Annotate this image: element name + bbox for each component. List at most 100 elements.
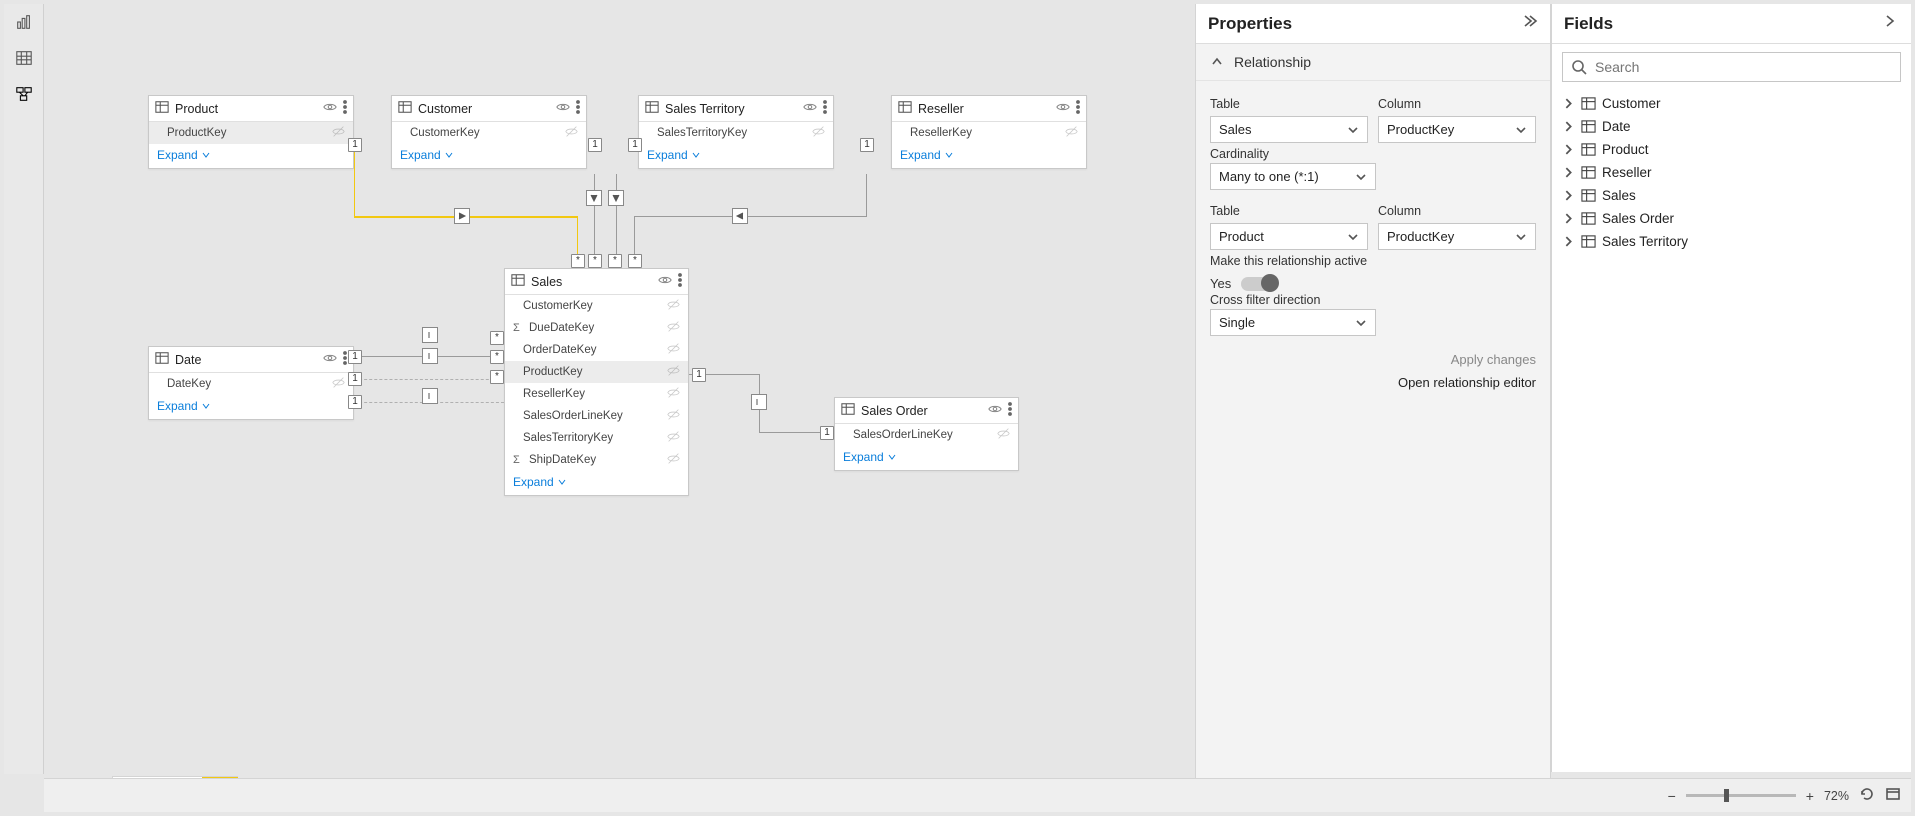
hide-column-icon[interactable] (667, 386, 680, 402)
table-title: Customer (418, 102, 550, 116)
table-card-customer[interactable]: Customer CustomerKey Expand (391, 95, 587, 169)
select-column2[interactable]: ProductKey (1378, 223, 1536, 250)
table-card-sales[interactable]: Sales CustomerKey ΣDueDateKey OrderDateK… (504, 268, 689, 496)
expand-link[interactable]: Expand (835, 446, 1018, 470)
column-row[interactable]: SalesTerritoryKey (639, 122, 833, 144)
table-title: Sales Territory (665, 102, 797, 116)
cardinality-badge-one: 1 (348, 372, 362, 386)
column-row[interactable]: ProductKey (505, 361, 688, 383)
data-view-icon[interactable] (14, 48, 34, 68)
fit-to-screen-icon[interactable] (1885, 786, 1901, 805)
expand-link[interactable]: Expand (149, 144, 353, 168)
hide-column-icon[interactable] (332, 376, 345, 392)
view-rail (4, 4, 44, 774)
field-table-sales[interactable]: Sales (1560, 184, 1903, 207)
relationship-line[interactable] (354, 145, 355, 217)
field-table-reseller[interactable]: Reseller (1560, 161, 1903, 184)
toggle-active[interactable] (1241, 277, 1277, 291)
field-table-date[interactable]: Date (1560, 115, 1903, 138)
select-table2[interactable]: Product (1210, 223, 1368, 250)
cardinality-badge-many: * (490, 370, 504, 384)
visibility-icon[interactable] (988, 402, 1002, 419)
relationship-line-inactive[interactable] (354, 379, 504, 380)
hide-column-icon[interactable] (565, 125, 578, 141)
hide-column-icon[interactable] (812, 125, 825, 141)
expand-link[interactable]: Expand (892, 144, 1086, 168)
more-icon[interactable] (576, 100, 580, 117)
visibility-icon[interactable] (658, 273, 672, 290)
hide-column-icon[interactable] (667, 430, 680, 446)
filter-direction-icon (732, 208, 748, 224)
expand-link[interactable]: Expand (149, 395, 353, 419)
select-cardinality[interactable]: Many to one (*:1) (1210, 163, 1376, 190)
search-input[interactable] (1595, 59, 1892, 75)
field-table-salesorder[interactable]: Sales Order (1560, 207, 1903, 230)
table-card-reseller[interactable]: Reseller ResellerKey Expand (891, 95, 1087, 169)
more-icon[interactable] (343, 351, 347, 368)
table-title: Product (175, 102, 317, 116)
column-row[interactable]: ResellerKey (892, 122, 1086, 144)
more-icon[interactable] (823, 100, 827, 117)
zoom-in-button[interactable]: + (1806, 788, 1814, 804)
apply-changes-link: Apply changes (1210, 352, 1536, 367)
column-row[interactable]: ΣDueDateKey (505, 317, 688, 339)
zoom-slider[interactable] (1686, 794, 1796, 797)
table-card-salesorder[interactable]: Sales Order SalesOrderLineKey Expand (834, 397, 1019, 471)
column-row[interactable]: SalesOrderLineKey (505, 405, 688, 427)
table-card-date[interactable]: Date DateKey Expand (148, 346, 354, 420)
select-crossfilter[interactable]: Single (1210, 309, 1376, 336)
cardinality-badge-many: * (588, 254, 602, 268)
column-row[interactable]: CustomerKey (392, 122, 586, 144)
more-icon[interactable] (343, 100, 347, 117)
report-view-icon[interactable] (14, 12, 34, 32)
select-column1[interactable]: ProductKey (1378, 116, 1536, 143)
expand-link[interactable]: Expand (392, 144, 586, 168)
expand-link[interactable]: Expand (505, 471, 688, 495)
visibility-icon[interactable] (323, 351, 337, 368)
field-table-territory[interactable]: Sales Territory (1560, 230, 1903, 253)
hide-column-icon[interactable] (667, 298, 680, 314)
column-row[interactable]: ProductKey (149, 122, 353, 144)
column-row[interactable]: CustomerKey (505, 295, 688, 317)
relationship-line[interactable] (634, 216, 866, 217)
relationship-line[interactable] (866, 174, 867, 217)
section-relationship[interactable]: Relationship (1196, 44, 1550, 81)
column-row[interactable]: OrderDateKey (505, 339, 688, 361)
field-table-product[interactable]: Product (1560, 138, 1903, 161)
visibility-icon[interactable] (803, 100, 817, 117)
hide-column-icon[interactable] (997, 427, 1010, 443)
column-row[interactable]: ResellerKey (505, 383, 688, 405)
hide-column-icon[interactable] (1065, 125, 1078, 141)
zoom-out-button[interactable]: − (1668, 788, 1676, 804)
open-editor-link[interactable]: Open relationship editor (1210, 375, 1536, 390)
more-icon[interactable] (678, 273, 682, 290)
hide-column-icon[interactable] (667, 364, 680, 380)
column-row[interactable]: SalesOrderLineKey (835, 424, 1018, 446)
hide-column-icon[interactable] (667, 408, 680, 424)
expand-link[interactable]: Expand (639, 144, 833, 168)
visibility-icon[interactable] (556, 100, 570, 117)
field-table-customer[interactable]: Customer (1560, 92, 1903, 115)
hide-column-icon[interactable] (667, 320, 680, 336)
more-icon[interactable] (1008, 402, 1012, 419)
hide-column-icon[interactable] (332, 125, 345, 141)
fields-search[interactable] (1562, 52, 1901, 82)
column-row[interactable]: SalesTerritoryKey (505, 427, 688, 449)
hide-column-icon[interactable] (667, 342, 680, 358)
column-row[interactable]: ΣShipDateKey (505, 449, 688, 471)
collapse-panel-icon[interactable] (1520, 12, 1538, 35)
visibility-icon[interactable] (1056, 100, 1070, 117)
fields-title: Fields (1564, 14, 1613, 34)
more-icon[interactable] (1076, 100, 1080, 117)
filter-direction-icon (608, 190, 624, 206)
select-table1[interactable]: Sales (1210, 116, 1368, 143)
label-cardinality: Cardinality (1210, 147, 1269, 161)
table-card-territory[interactable]: Sales Territory SalesTerritoryKey Expand (638, 95, 834, 169)
column-row[interactable]: DateKey (149, 373, 353, 395)
visibility-icon[interactable] (323, 100, 337, 117)
collapse-panel-icon[interactable] (1881, 12, 1899, 35)
table-card-product[interactable]: Product ProductKey Expand (148, 95, 354, 169)
hide-column-icon[interactable] (667, 452, 680, 468)
zoom-reset-icon[interactable] (1859, 786, 1875, 805)
model-view-icon[interactable] (14, 84, 34, 104)
